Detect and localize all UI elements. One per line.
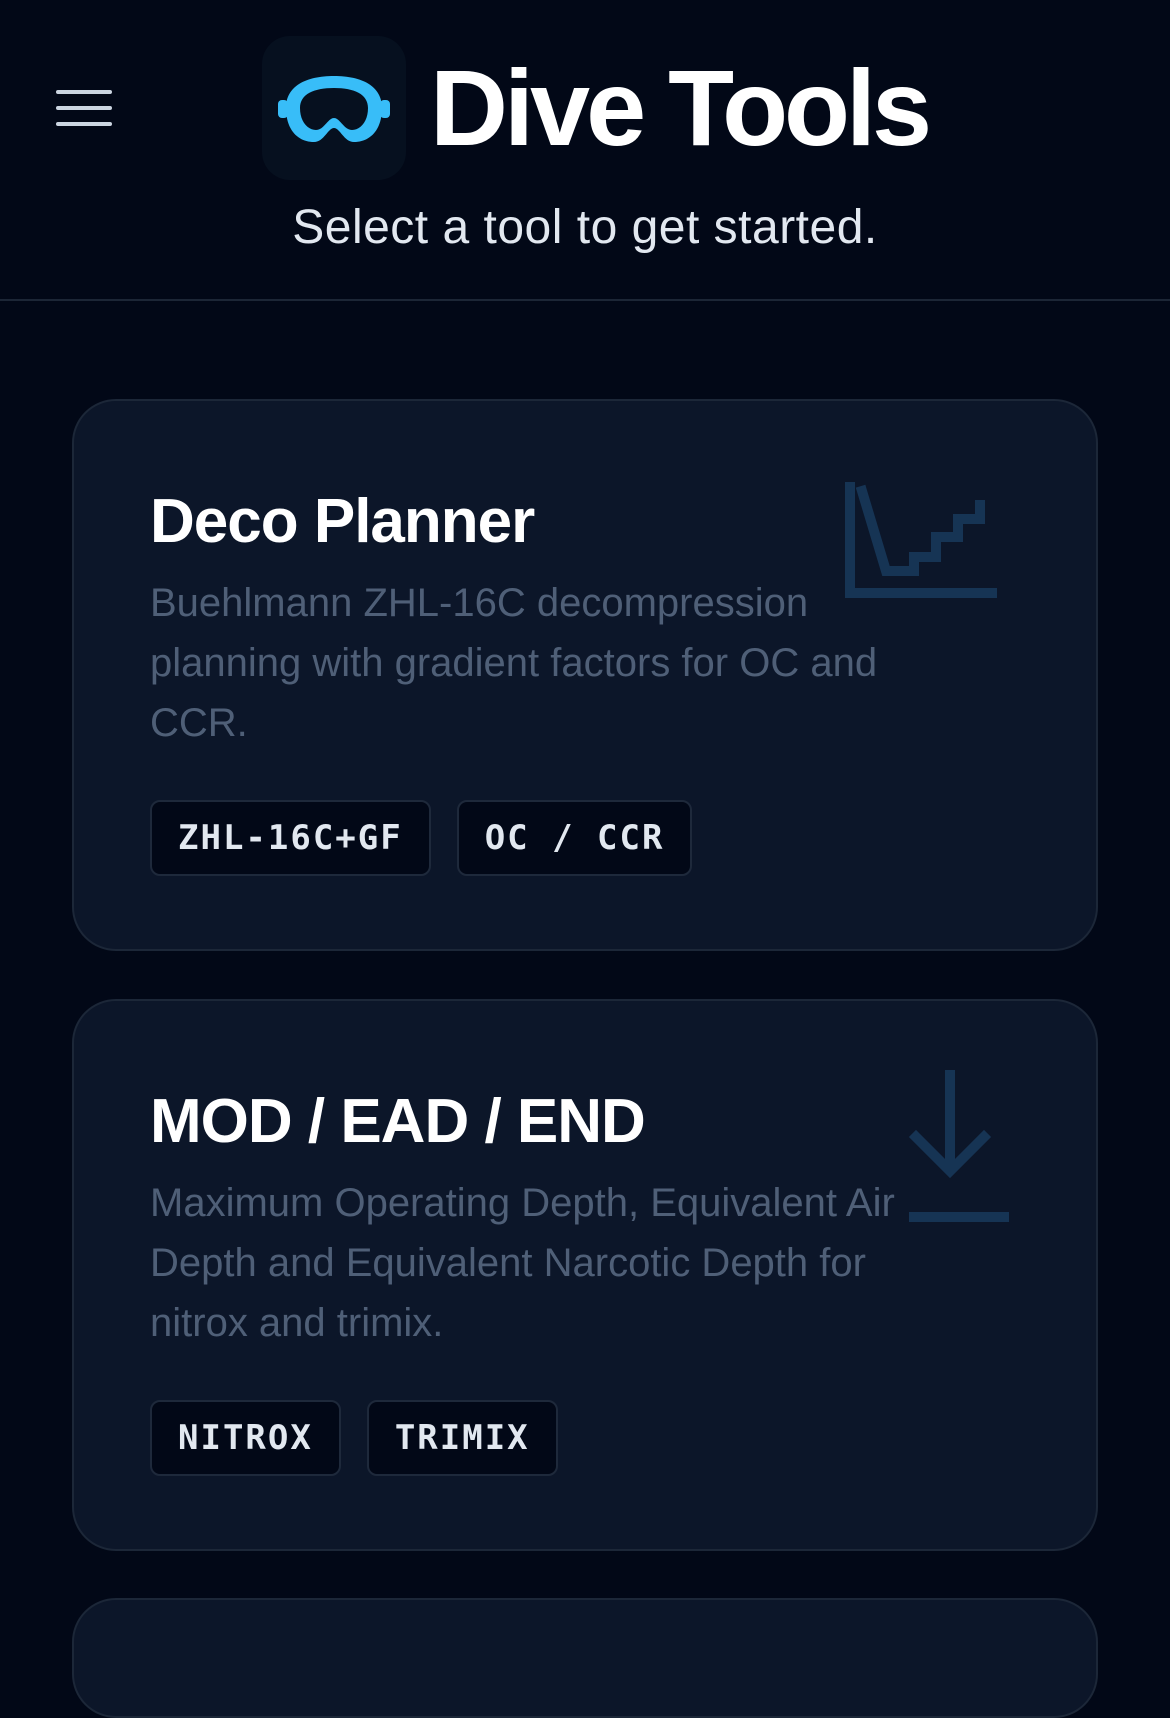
tool-card-tags: NITROX TRIMIX: [150, 1400, 558, 1476]
tool-card-description: Buehlmann ZHL-16C decompression planning…: [150, 581, 878, 745]
tool-card-deco-planner[interactable]: Deco Planner Buehlmann ZHL-16C decompres…: [72, 399, 1098, 951]
tool-card-partial[interactable]: [72, 1598, 1098, 1718]
app-brand: Dive Tools: [262, 36, 932, 180]
tool-card-title: Deco Planner: [150, 487, 535, 556]
page-subtitle: Select a tool to get started.: [292, 201, 878, 254]
hamburger-menu-icon[interactable]: [56, 88, 112, 128]
app-title: Dive Tools: [430, 47, 932, 168]
tag-trimix: TRIMIX: [366, 1400, 558, 1476]
tag-oc-ccr: OC / CCR: [456, 800, 693, 876]
tag-nitrox: NITROX: [150, 1400, 341, 1476]
app-header: Dive Tools Select a tool to get started.: [0, 0, 1170, 301]
tool-card-title: MOD / EAD / END: [150, 1087, 646, 1156]
dive-mask-icon: [262, 36, 406, 180]
tool-card-tags: ZHL-16C+GF OC / CCR: [150, 800, 693, 876]
tool-card-description: Maximum Operating Depth, Equivalent Air …: [150, 1181, 895, 1345]
tool-card-mod-ead-end[interactable]: MOD / EAD / END Maximum Operating Depth,…: [72, 999, 1098, 1551]
tag-zhl16c-gf: ZHL-16C+GF: [150, 800, 431, 876]
